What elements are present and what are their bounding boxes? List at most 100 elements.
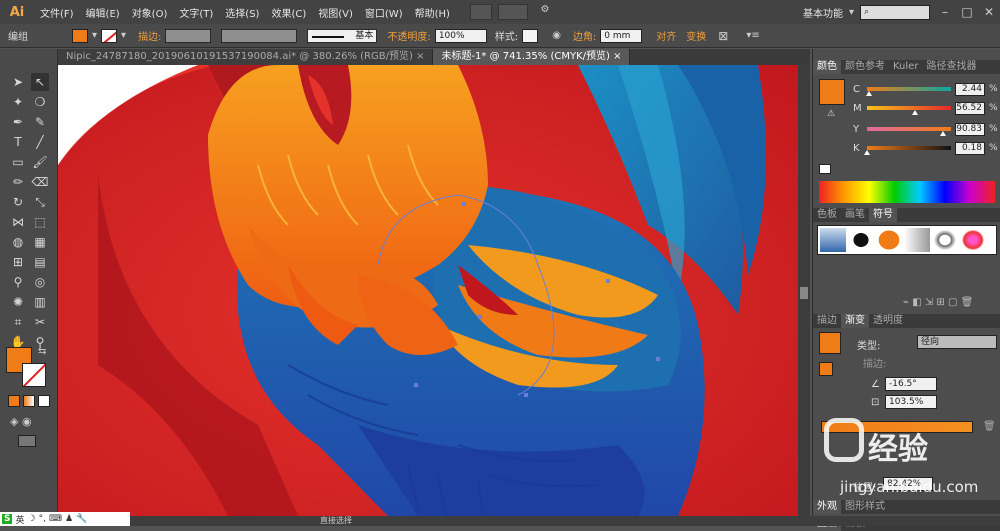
minimize-icon[interactable]: –	[934, 2, 956, 22]
swap-colors-icon[interactable]: ⇆	[38, 346, 46, 357]
track-k[interactable]	[864, 146, 951, 155]
color-fill-preview[interactable]	[819, 79, 845, 105]
tab-color-guide[interactable]: 颜色参考	[841, 60, 889, 74]
curvature-icon[interactable]: ✎	[31, 113, 49, 131]
track-y[interactable]	[867, 127, 951, 136]
rotate-icon[interactable]: ↻	[9, 193, 27, 211]
menu-window[interactable]: 窗口(W)	[359, 5, 409, 20]
vertical-scrollbar[interactable]	[798, 65, 810, 516]
bridge-icon[interactable]	[469, 4, 492, 20]
scroll-thumb[interactable]	[800, 287, 808, 299]
skin-icon[interactable]: ♟	[65, 514, 73, 524]
panel-menu-icon[interactable]: ▾≡	[746, 30, 759, 41]
stroke-color-swatch[interactable]	[22, 363, 46, 387]
perspective-icon[interactable]: ▦	[31, 233, 49, 251]
blend-icon[interactable]: ◎	[31, 273, 49, 291]
menu-select[interactable]: 选择(S)	[219, 5, 265, 20]
slider-thumb[interactable]	[865, 91, 872, 96]
chevron-down-icon[interactable]: ▾	[92, 30, 97, 41]
gradient-tool-icon[interactable]: ▤	[31, 253, 49, 271]
m-value[interactable]: 56.52	[955, 101, 985, 115]
eraser-icon[interactable]: ⌫	[31, 173, 49, 191]
moon-icon[interactable]: ☽	[28, 514, 36, 524]
menu-view[interactable]: 视图(V)	[312, 5, 359, 20]
ime-language[interactable]: 英	[15, 513, 24, 526]
sogou-icon[interactable]: S	[2, 514, 13, 524]
direct-selection-tool-icon[interactable]: ↖	[31, 73, 49, 91]
close-icon[interactable]: ✕	[978, 2, 1000, 22]
recolor-icon[interactable]: ◉	[552, 30, 561, 41]
symbol-item[interactable]	[960, 228, 986, 252]
opacity-label[interactable]: 不透明度:	[387, 28, 430, 43]
track-c[interactable]	[865, 87, 951, 96]
symbol-item[interactable]	[904, 228, 930, 252]
graph-tool-icon[interactable]: ▥	[31, 293, 49, 311]
chevron-down-icon[interactable]: ▾	[849, 7, 854, 18]
opacity-field[interactable]: 100%	[434, 28, 487, 43]
symbol-sprayer-icon[interactable]: ✺	[9, 293, 27, 311]
none-mode-icon[interactable]	[38, 395, 50, 407]
track-m[interactable]	[867, 106, 951, 115]
stroke-style-dropdown[interactable]: 基本	[307, 28, 378, 43]
tab-swatches[interactable]: 色板	[813, 208, 841, 222]
tab-stroke[interactable]: 描边	[813, 314, 841, 328]
align-link[interactable]: 对齐	[656, 28, 676, 43]
close-tab-icon[interactable]: ×	[613, 51, 621, 62]
slider-k[interactable]: K 0.18 %	[853, 141, 999, 155]
slider-y[interactable]: Y 90.83 %	[853, 122, 999, 136]
pencil-icon[interactable]: ✏	[9, 173, 27, 191]
transform-link[interactable]: 变换	[686, 28, 706, 43]
screen-mode-icon[interactable]	[18, 435, 36, 447]
variable-width-dropdown[interactable]	[221, 28, 298, 43]
maximize-icon[interactable]: □	[956, 2, 978, 22]
corner-label[interactable]: 边角:	[573, 28, 596, 43]
symbol-item[interactable]	[848, 228, 874, 252]
color-spectrum[interactable]	[819, 181, 995, 203]
lasso-icon[interactable]: ❍	[31, 93, 49, 111]
color-mode-icon[interactable]	[8, 395, 20, 407]
magic-wand-icon[interactable]: ✦	[9, 93, 27, 111]
pen-tool-icon[interactable]: ✒	[9, 113, 27, 131]
gpu-icon[interactable]: ⚙	[534, 4, 556, 20]
artboard-icon[interactable]: ⌗	[9, 313, 27, 331]
scale-icon[interactable]: ⤡	[31, 193, 49, 211]
line-tool-icon[interactable]: ╱	[31, 133, 49, 151]
isolate-icon[interactable]: ⊠	[718, 29, 728, 43]
fill-swatch[interactable]	[72, 28, 88, 43]
close-tab-icon[interactable]: ×	[416, 51, 424, 62]
slider-thumb[interactable]	[911, 110, 918, 115]
tab-kuler[interactable]: Kuler	[889, 60, 922, 74]
paintbrush-icon[interactable]: 🖌	[31, 153, 49, 171]
shape-builder-icon[interactable]: ◍	[9, 233, 27, 251]
slider-c[interactable]: C 2.44 %	[853, 82, 999, 96]
tab-brushes[interactable]: 画笔	[841, 208, 869, 222]
search-input[interactable]: ⌕	[860, 4, 930, 20]
wrench-icon[interactable]: 🔧	[76, 514, 87, 524]
k-value[interactable]: 0.18	[955, 141, 985, 155]
gradient-preview[interactable]	[819, 332, 841, 354]
warning-icon[interactable]: ⚠	[827, 109, 835, 119]
angle-field[interactable]: -16.5°	[885, 377, 937, 391]
fill-gradient-swatch[interactable]	[819, 362, 833, 376]
workspace-switcher[interactable]: 基本功能	[797, 5, 849, 20]
stroke-weight-dropdown[interactable]	[165, 28, 212, 43]
menu-edit[interactable]: 编辑(E)	[80, 5, 126, 20]
arrange-documents-icon[interactable]	[497, 4, 528, 20]
none-swatch[interactable]	[819, 164, 831, 174]
symbol-item[interactable]	[876, 228, 902, 252]
slider-m[interactable]: M 56.52 %	[853, 101, 999, 115]
tab-pathfinder[interactable]: 路径查找器	[922, 60, 980, 74]
c-value[interactable]: 2.44	[955, 82, 985, 96]
eyedropper-icon[interactable]: ⚲	[9, 273, 27, 291]
type-tool-icon[interactable]: T	[9, 133, 27, 151]
stroke-label[interactable]: 描边:	[138, 28, 161, 43]
punctuation-icon[interactable]: °,	[39, 514, 46, 524]
width-tool-icon[interactable]: ⋈	[9, 213, 27, 231]
stroke-swatch[interactable]	[101, 28, 118, 43]
graphic-style-swatch[interactable]	[522, 28, 539, 43]
corner-field[interactable]: 0 mm	[600, 28, 643, 43]
menu-type[interactable]: 文字(T)	[173, 5, 219, 20]
symbol-item[interactable]	[820, 228, 846, 252]
tab-document-nipic[interactable]: Nipic_24787180_20190610191537190084.ai* …	[58, 49, 434, 65]
mesh-icon[interactable]: ⊞	[9, 253, 27, 271]
